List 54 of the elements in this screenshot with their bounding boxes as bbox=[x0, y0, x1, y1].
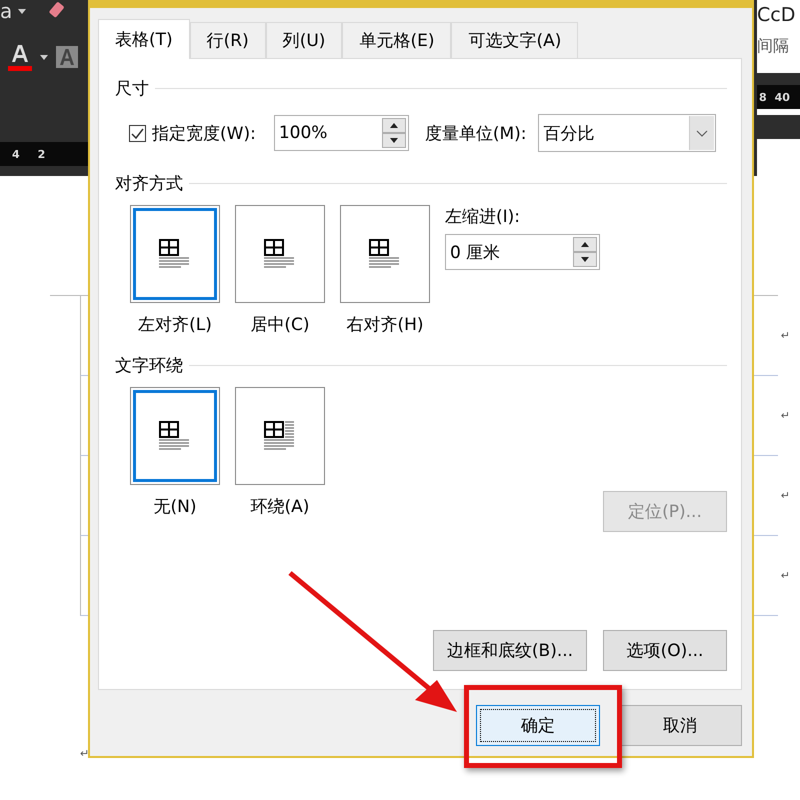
wrap-option[interactable] bbox=[235, 387, 325, 485]
width-spin-field[interactable]: 100% bbox=[274, 115, 409, 151]
paragraph-mark: ↵ bbox=[80, 747, 90, 760]
tab[interactable]: 可选文字(A) bbox=[451, 22, 578, 58]
spin-up-icon[interactable] bbox=[573, 237, 597, 252]
style-name-text[interactable]: 间隔 bbox=[757, 36, 800, 57]
ruler-number: 4 bbox=[12, 148, 20, 160]
field-label: 左缩进(I): bbox=[445, 206, 522, 228]
paragraph-mark: ↵ bbox=[780, 409, 790, 422]
table-layout-icon bbox=[159, 239, 191, 269]
option-label: 居中(C) bbox=[250, 314, 310, 336]
dialog-button[interactable]: 确定 bbox=[476, 705, 600, 746]
section-title: 对齐方式 bbox=[115, 173, 183, 195]
option-label: 无(N) bbox=[154, 496, 196, 518]
character-shading-icon[interactable] bbox=[56, 46, 78, 68]
tab[interactable]: 行(R) bbox=[190, 22, 266, 58]
tab[interactable]: 表格(T) bbox=[98, 19, 190, 59]
ruler-number: 2 bbox=[38, 148, 46, 160]
option-label: 右对齐(H) bbox=[346, 314, 424, 336]
unit-dropdown[interactable]: 百分比 bbox=[538, 114, 716, 152]
chevron-down-icon[interactable] bbox=[696, 130, 708, 136]
spin-down-icon[interactable] bbox=[573, 252, 597, 267]
alignment-option[interactable] bbox=[130, 205, 220, 303]
caret-icon[interactable] bbox=[40, 54, 48, 60]
spin-up-icon[interactable] bbox=[382, 118, 406, 133]
tab[interactable]: 列(U) bbox=[266, 22, 342, 58]
dialog-button[interactable]: 边框和底纹(B)... bbox=[433, 630, 587, 671]
paragraph-mark: ↵ bbox=[780, 329, 790, 342]
section-title: 文字环绕 bbox=[115, 355, 183, 377]
wrap-option[interactable] bbox=[130, 387, 220, 485]
option-label: 左对齐(L) bbox=[138, 314, 212, 336]
font-name-text[interactable]: a bbox=[0, 0, 12, 22]
indent-spin-field[interactable]: 0 厘米 bbox=[445, 234, 600, 270]
table-layout-icon bbox=[369, 239, 401, 269]
section-title: 尺寸 bbox=[115, 78, 149, 100]
paragraph-mark: ↵ bbox=[780, 489, 790, 502]
caret-icon[interactable] bbox=[18, 8, 26, 14]
field-label: 指定宽度(W): bbox=[152, 122, 256, 144]
paragraph-mark: ↵ bbox=[780, 569, 790, 582]
alignment-option[interactable] bbox=[235, 205, 325, 303]
text-wrap-icon bbox=[264, 421, 296, 451]
spin-down-icon[interactable] bbox=[382, 133, 406, 148]
checkbox[interactable] bbox=[129, 124, 146, 142]
dialog-button[interactable]: 选项(O)... bbox=[603, 630, 727, 671]
ruler-number: 8 bbox=[759, 90, 767, 104]
option-label: 环绕(A) bbox=[250, 496, 310, 518]
tab[interactable]: 单元格(E) bbox=[342, 22, 452, 58]
style-preview-text[interactable]: CcD bbox=[757, 4, 800, 26]
ruler-number: 40 bbox=[774, 90, 790, 104]
alignment-option[interactable] bbox=[340, 205, 430, 303]
table-layout-icon bbox=[264, 239, 296, 269]
field-label: 度量单位(M): bbox=[424, 122, 526, 144]
table-layout-icon bbox=[159, 421, 191, 451]
font-color-icon[interactable] bbox=[8, 42, 32, 72]
